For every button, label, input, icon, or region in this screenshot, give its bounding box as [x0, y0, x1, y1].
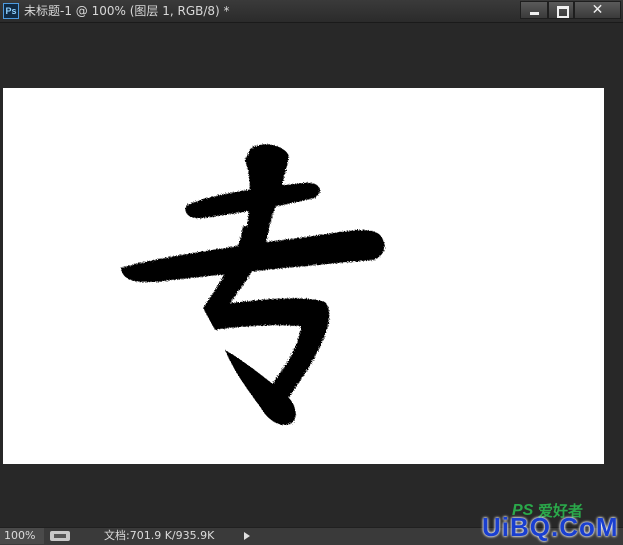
minimize-button[interactable]	[520, 1, 548, 19]
ps-app-icon[interactable]: Ps	[3, 3, 19, 19]
minimize-icon	[530, 12, 539, 15]
watermark-main: UiBQ.CoM	[482, 512, 619, 542]
document-canvas[interactable]	[3, 88, 604, 464]
brush-stroke-character	[121, 144, 385, 425]
site-watermark: PS 爱好者 UiBQ.CoM	[476, 500, 623, 544]
document-title: 未标题-1 @ 100% (图层 1, RGB/8) *	[24, 4, 230, 18]
title-bar: Ps 未标题-1 @ 100% (图层 1, RGB/8) * ✕	[0, 0, 623, 23]
close-icon: ✕	[591, 2, 604, 18]
document-size-readout: 文档:701.9 K/935.9K	[104, 529, 215, 542]
zoom-level-field[interactable]: 100%	[0, 528, 44, 544]
calligraphy-artwork	[121, 144, 385, 425]
play-arrow-icon[interactable]	[244, 532, 250, 540]
document-workspace[interactable]	[0, 23, 623, 527]
status-options-icon[interactable]	[50, 531, 70, 541]
close-button[interactable]: ✕	[574, 1, 621, 19]
maximize-button[interactable]	[548, 1, 574, 19]
maximize-icon	[557, 6, 569, 18]
